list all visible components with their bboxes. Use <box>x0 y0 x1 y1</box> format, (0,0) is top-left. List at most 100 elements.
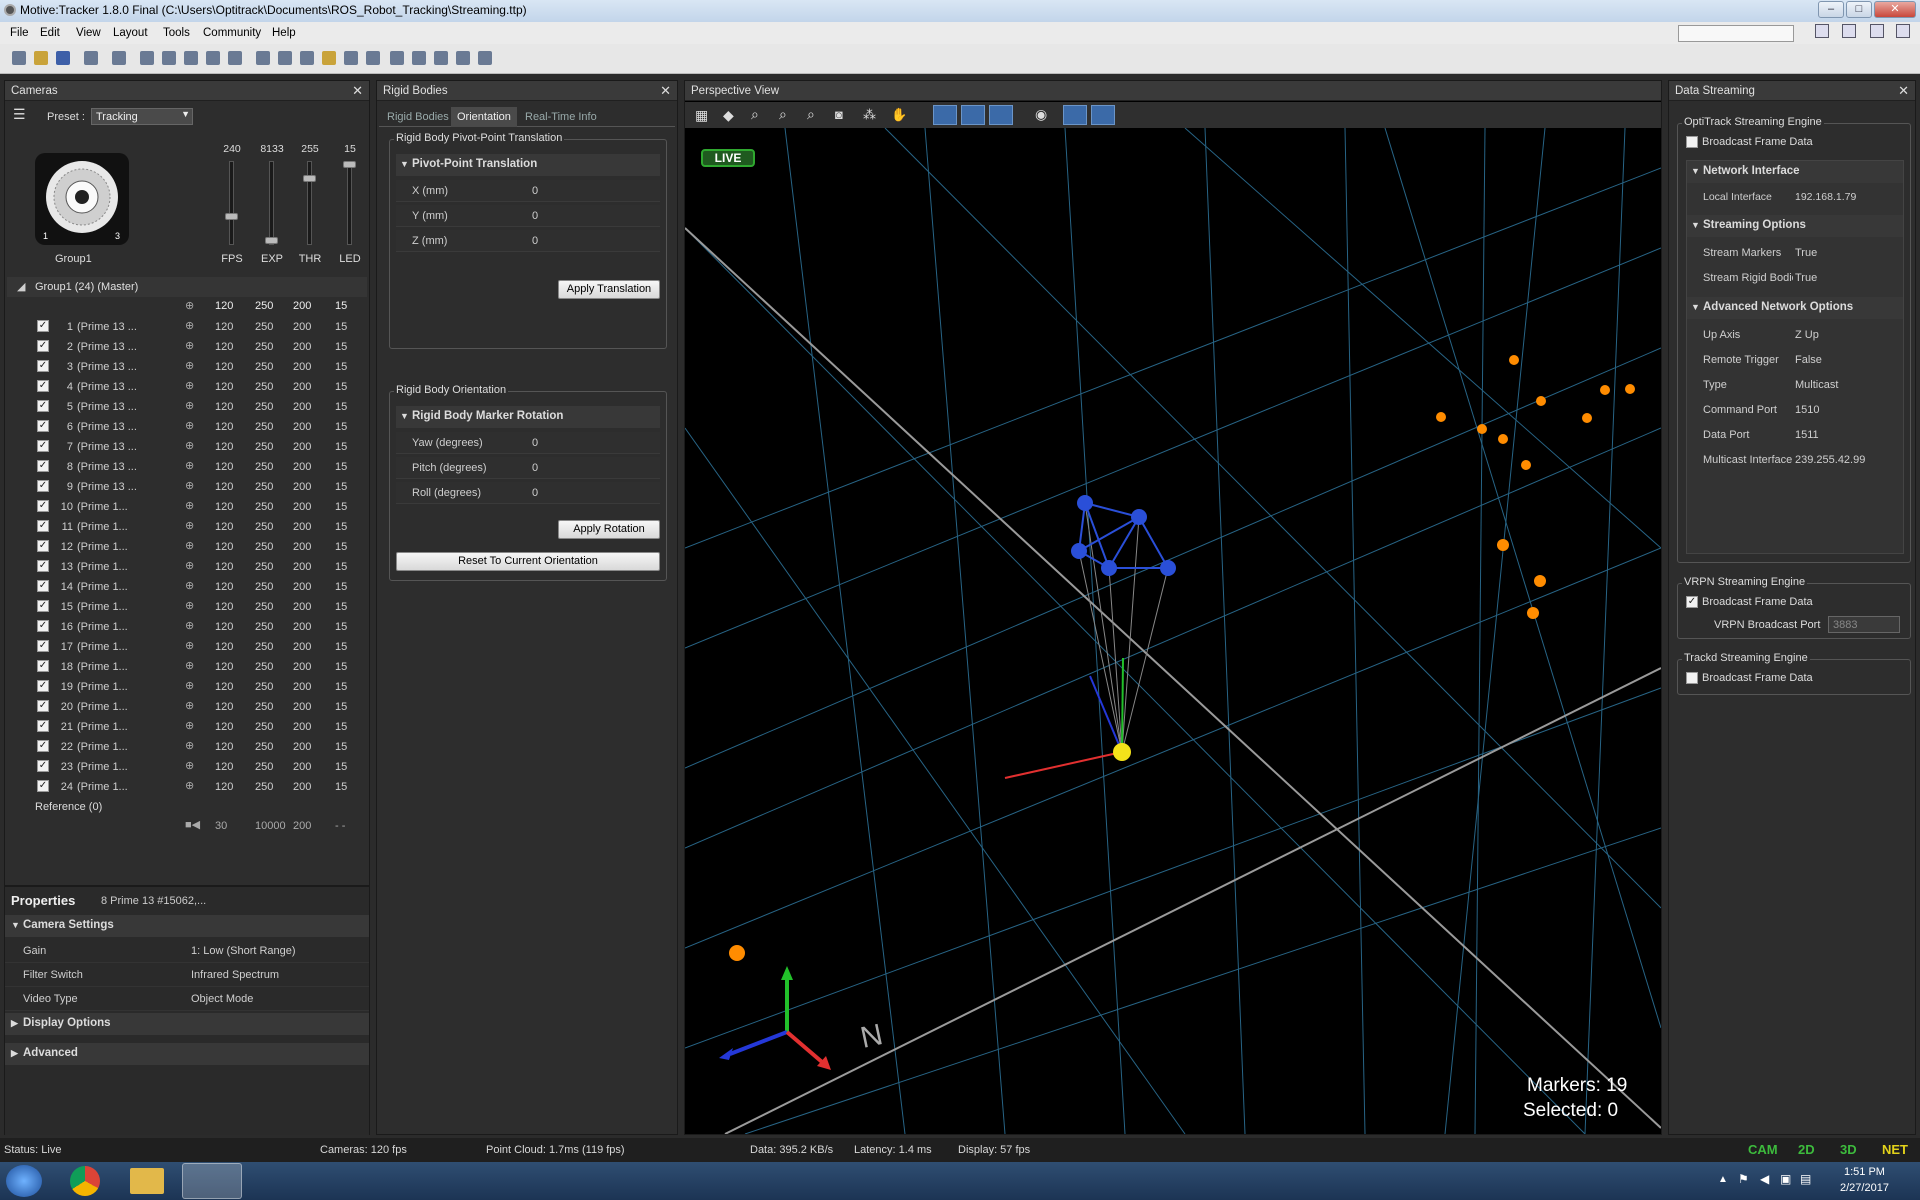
camera-led-value[interactable]: 15 <box>335 521 347 533</box>
maximize-button[interactable]: □ <box>1846 1 1872 18</box>
brush-icon[interactable] <box>366 51 380 65</box>
camera-thr-value[interactable]: 200 <box>293 341 311 353</box>
zoom-out-icon[interactable]: ⌕ <box>779 106 787 123</box>
stream-setting-row[interactable]: Remote Trigger False <box>1687 350 1903 372</box>
field-row[interactable]: Roll (degrees) 0 <box>396 482 660 504</box>
camera-led-value[interactable]: 15 <box>335 341 347 353</box>
field-value[interactable]: 0 <box>532 235 538 247</box>
timeline-icon[interactable] <box>256 51 270 65</box>
camera-icon[interactable]: ◙ <box>835 107 843 122</box>
chrome-icon[interactable] <box>70 1166 100 1196</box>
camera-led-value[interactable]: 15 <box>335 381 347 393</box>
camera-led-value[interactable]: 15 <box>335 481 347 493</box>
menu-view[interactable]: View <box>76 27 101 39</box>
camera-row[interactable]: ✓ 9 (Prime 13 ... ⊕ 120 250 200 15 <box>7 477 367 497</box>
camera-exp-value[interactable]: 250 <box>255 601 273 613</box>
display-options-section[interactable]: ▶ Display Options <box>5 1013 369 1035</box>
camera-exp-value[interactable]: 250 <box>255 781 273 793</box>
camera-exp-value[interactable]: 250 <box>255 561 273 573</box>
camera-exp-value[interactable]: 250 <box>255 321 273 333</box>
property-row[interactable]: Filter Switch Infrared Spectrum <box>5 965 369 987</box>
camera-fps-value[interactable]: 120 <box>215 361 233 373</box>
close-icon[interactable]: ✕ <box>660 81 671 101</box>
camera-thr-value[interactable]: 200 <box>293 541 311 553</box>
camera-fps-value[interactable]: 120 <box>215 481 233 493</box>
menu-tools[interactable]: Tools <box>163 27 190 39</box>
layout-4-icon[interactable] <box>456 51 470 65</box>
list-icon[interactable]: ☰ <box>13 107 29 122</box>
slider-led-track[interactable] <box>347 161 352 245</box>
stream-setting-value[interactable]: True <box>1795 272 1817 284</box>
camera-enabled-checkbox[interactable]: ✓ <box>37 520 49 532</box>
file-explorer-icon[interactable] <box>130 1168 164 1194</box>
new-project-icon[interactable] <box>12 51 26 65</box>
camera-led-value[interactable]: 15 <box>335 681 347 693</box>
camera-led-value[interactable]: 15 <box>335 361 347 373</box>
camera-thr-value[interactable]: 200 <box>293 521 311 533</box>
grid-icon[interactable]: ▦ <box>695 107 708 124</box>
camera-led-value[interactable]: 15 <box>335 761 347 773</box>
field-row[interactable]: Z (mm) 0 <box>396 230 660 252</box>
camera-led-value[interactable]: 15 <box>335 561 347 573</box>
camera-row[interactable]: ✓ 4 (Prime 13 ... ⊕ 120 250 200 15 <box>7 377 367 397</box>
camera-enabled-checkbox[interactable]: ✓ <box>37 460 49 472</box>
camera-led-value[interactable]: 15 <box>335 401 347 413</box>
trackd-broadcast-checkbox[interactable] <box>1686 672 1698 684</box>
camera-led-value[interactable]: 15 <box>335 601 347 613</box>
camera-exp-value[interactable]: 250 <box>255 661 273 673</box>
camera-enabled-checkbox[interactable]: ✓ <box>37 740 49 752</box>
camera-enabled-checkbox[interactable]: ✓ <box>37 500 49 512</box>
3d-viewport[interactable]: N <box>685 128 1661 1134</box>
camera-row[interactable]: ✓ 19 (Prime 1... ⊕ 120 250 200 15 <box>7 677 367 697</box>
group-header-row[interactable]: ◢ Group1 (24) (Master) <box>7 277 367 297</box>
slider-led-thumb[interactable] <box>343 161 356 168</box>
camera-exp-value[interactable]: 250 <box>255 441 273 453</box>
start-button[interactable] <box>6 1165 42 1197</box>
stream-setting-row[interactable]: Data Port 1511 <box>1687 425 1903 447</box>
camera-enabled-checkbox[interactable]: ✓ <box>37 660 49 672</box>
camera-thr-value[interactable]: 200 <box>293 481 311 493</box>
show-hidden-icons-icon[interactable]: ▲ <box>1718 1174 1728 1185</box>
camera-thr-value[interactable]: 200 <box>293 361 311 373</box>
camera-exp-value[interactable]: 250 <box>255 741 273 753</box>
select-mode-icon[interactable] <box>933 105 957 125</box>
camera-led-value[interactable]: 15 <box>335 701 347 713</box>
select-add-icon[interactable] <box>961 105 985 125</box>
graph-icon[interactable] <box>278 51 292 65</box>
skeleton-view-icon[interactable] <box>1091 105 1115 125</box>
camera-fps-value[interactable]: 120 <box>215 441 233 453</box>
camera-enabled-checkbox[interactable]: ✓ <box>37 380 49 392</box>
camera-fps-value[interactable]: 120 <box>215 741 233 753</box>
action-center-icon[interactable]: ▤ <box>1800 1172 1811 1186</box>
camera-row[interactable]: ✓ 15 (Prime 1... ⊕ 120 250 200 15 <box>7 597 367 617</box>
tools-icon[interactable] <box>344 51 358 65</box>
camera-thr-value[interactable]: 200 <box>293 461 311 473</box>
camera-thr-value[interactable]: 200 <box>293 441 311 453</box>
camera-exp-value[interactable]: 250 <box>255 481 273 493</box>
camera-exp-value[interactable]: 250 <box>255 701 273 713</box>
export-icon[interactable] <box>300 51 314 65</box>
layout-2-icon[interactable] <box>412 51 426 65</box>
close-icon[interactable]: ✕ <box>1898 81 1909 101</box>
close-icon[interactable]: ✕ <box>352 81 363 101</box>
field-row[interactable]: Yaw (degrees) 0 <box>396 432 660 454</box>
stream-setting-row[interactable]: Multicast Interface 239.255.42.99 <box>1687 450 1903 472</box>
camera-led-value[interactable]: 15 <box>335 661 347 673</box>
slider-fps-track[interactable] <box>229 161 234 245</box>
camera-row[interactable]: ✓ 22 (Prime 1... ⊕ 120 250 200 15 <box>7 737 367 757</box>
flag-icon[interactable]: ⚑ <box>1738 1172 1749 1186</box>
layout-select[interactable] <box>1678 25 1794 42</box>
record-icon[interactable] <box>206 51 220 65</box>
layout-5-icon[interactable] <box>478 51 492 65</box>
stream-setting-value[interactable]: Z Up <box>1795 329 1819 341</box>
camera-row[interactable]: ✓ 13 (Prime 1... ⊕ 120 250 200 15 <box>7 557 367 577</box>
camera-row[interactable]: ✓ 14 (Prime 1... ⊕ 120 250 200 15 <box>7 577 367 597</box>
advanced-network-section[interactable]: ▼ Advanced Network Options <box>1687 297 1903 319</box>
menu-layout[interactable]: Layout <box>113 27 148 39</box>
slider-fps-thumb[interactable] <box>225 213 238 220</box>
camera-enabled-checkbox[interactable]: ✓ <box>37 700 49 712</box>
field-row[interactable]: Y (mm) 0 <box>396 205 660 227</box>
camera-led-value[interactable]: 15 <box>335 621 347 633</box>
camera-fps-value[interactable]: 120 <box>215 401 233 413</box>
camera-fps-value[interactable]: 120 <box>215 641 233 653</box>
